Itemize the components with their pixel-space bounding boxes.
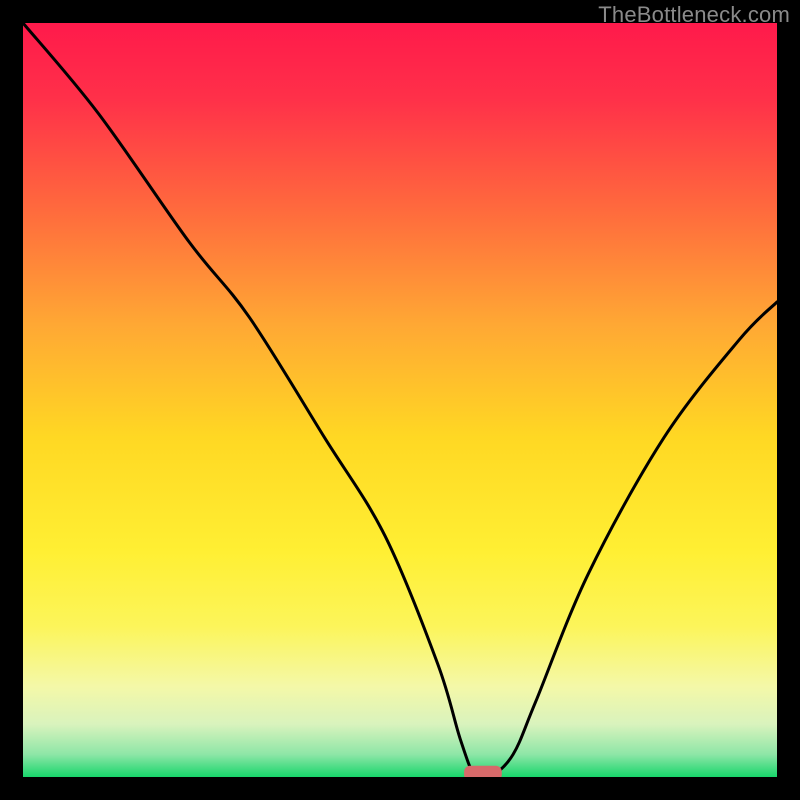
optimal-point-marker [464, 766, 502, 777]
chart-frame: TheBottleneck.com [0, 0, 800, 800]
bottleneck-chart [23, 23, 777, 777]
plot-area [23, 23, 777, 777]
gradient-background [23, 23, 777, 777]
